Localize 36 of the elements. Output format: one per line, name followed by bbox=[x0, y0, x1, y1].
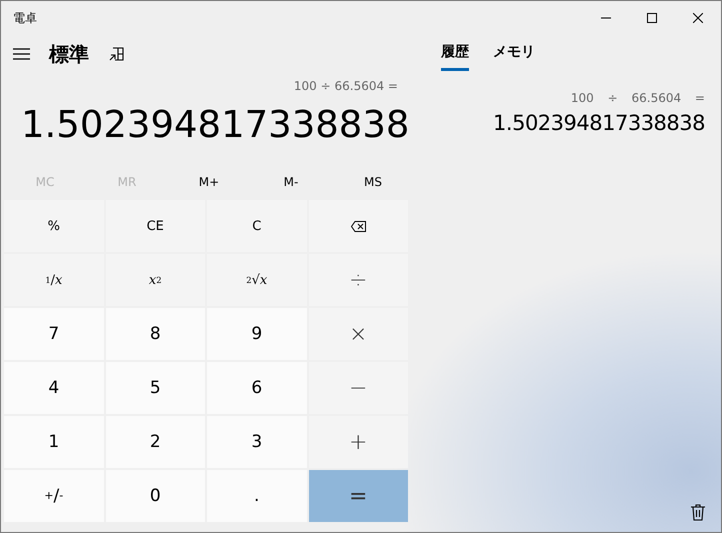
maximize-icon[interactable] bbox=[647, 13, 657, 23]
mode-title: 標準 bbox=[49, 40, 89, 68]
function-key[interactable]: ÷ bbox=[308, 254, 408, 306]
result-display: 1.502394817338838 bbox=[20, 102, 410, 148]
memory-button[interactable]: MS bbox=[332, 163, 414, 200]
function-key[interactable]: − bbox=[308, 362, 408, 414]
digit-key[interactable]: 1 bbox=[4, 416, 104, 468]
close-icon[interactable] bbox=[693, 13, 703, 23]
digit-key[interactable]: 6 bbox=[207, 362, 306, 414]
tab[interactable]: メモリ bbox=[493, 37, 535, 71]
window-title: 電卓 bbox=[12, 10, 37, 26]
keep-on-top-icon[interactable] bbox=[109, 47, 124, 61]
digit-key[interactable]: 7 bbox=[4, 308, 104, 360]
function-key[interactable]: + bbox=[308, 416, 408, 468]
digit-key[interactable]: 5 bbox=[106, 362, 205, 414]
digit-key[interactable]: 8 bbox=[106, 308, 205, 360]
memory-button[interactable]: M- bbox=[250, 163, 332, 200]
function-key[interactable]: × bbox=[308, 308, 408, 360]
function-key[interactable]: CE bbox=[106, 200, 205, 252]
digit-key[interactable]: 3 bbox=[207, 416, 306, 468]
digit-key[interactable]: 4 bbox=[4, 362, 104, 414]
equals-key[interactable]: = bbox=[308, 470, 408, 522]
digit-key[interactable]: . bbox=[207, 470, 306, 522]
expression-text: 100 ÷ 66.5604 = bbox=[292, 79, 399, 95]
history-expression: 100 ÷ 66.5604 = bbox=[570, 91, 705, 105]
tab[interactable]: 履歴 bbox=[441, 37, 469, 71]
menu-icon[interactable] bbox=[13, 48, 30, 60]
function-key[interactable]: C bbox=[207, 200, 306, 252]
digit-key[interactable]: 0 bbox=[106, 470, 205, 522]
digit-key[interactable]: 9 bbox=[207, 308, 306, 360]
trash-icon[interactable] bbox=[691, 504, 705, 521]
backspace-icon bbox=[350, 220, 366, 232]
digit-key[interactable]: 2 bbox=[106, 416, 205, 468]
function-key[interactable]: % bbox=[4, 200, 104, 252]
history-result: 1.502394817338838 bbox=[493, 111, 705, 135]
memory-button[interactable]: M+ bbox=[168, 163, 250, 200]
